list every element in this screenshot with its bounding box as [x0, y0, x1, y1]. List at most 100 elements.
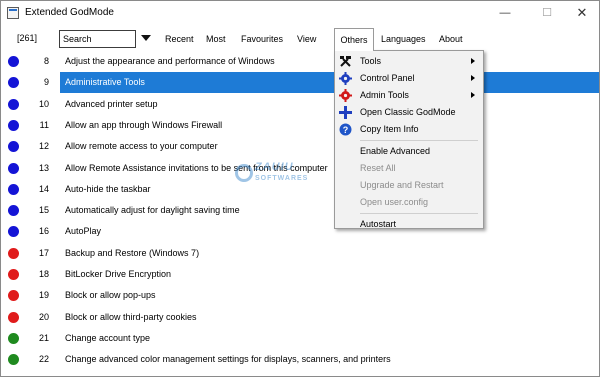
item-number: 20	[38, 311, 49, 322]
app-icon	[7, 7, 19, 19]
menu-item-label: Open user.config	[360, 197, 429, 207]
item-label: Advanced printer setup	[65, 98, 158, 109]
question-icon: ?	[339, 123, 352, 136]
list-item[interactable]: 17 Backup and Restore (Windows 7)	[1, 243, 599, 264]
list-item[interactable]: 10 Advanced printer setup	[1, 94, 599, 115]
item-number: 8	[43, 56, 49, 66]
minimize-button[interactable]: —	[486, 1, 524, 25]
list-item[interactable]: 20 Block or allow third-party cookies	[1, 307, 599, 328]
tools-icon	[339, 55, 352, 68]
item-label: Adjust the appearance and performance of…	[65, 56, 275, 66]
menu-about[interactable]: About	[435, 29, 467, 49]
submenu-arrow-icon	[471, 58, 475, 64]
item-count: [261]	[17, 33, 38, 43]
red-status-dot-icon	[8, 311, 19, 323]
item-number: 19	[38, 290, 49, 301]
others-dropdown-menu: Tools Control Panel Admin Tools Open Classi…	[334, 50, 484, 229]
window-title: Extended GodMode	[25, 7, 114, 18]
list-item[interactable]: 9 Administrative Tools	[1, 72, 599, 94]
blue-status-dot-icon	[8, 56, 19, 67]
menu-item-autostart[interactable]: Autostart	[335, 216, 483, 233]
list-item[interactable]: 16 AutoPlay	[1, 221, 599, 242]
item-label: AutoPlay	[65, 226, 102, 237]
menu-item-label: Admin Tools	[360, 90, 409, 100]
menu-item-tools[interactable]: Tools	[335, 53, 483, 70]
blue-status-dot-icon	[8, 77, 19, 89]
menu-item-label: Control Panel	[360, 73, 415, 83]
item-label: Automatically adjust for daylight saving…	[65, 205, 240, 216]
list-item[interactable]: 8 Adjust the appearance and performance o…	[1, 51, 599, 72]
menu-languages[interactable]: Languages	[377, 29, 430, 49]
item-label: Allow Remote Assistance invitations to b…	[65, 162, 328, 173]
blue-status-dot-icon	[8, 119, 19, 131]
menu-favourites[interactable]: Favourites	[237, 29, 287, 49]
blue-status-dot-icon	[8, 226, 19, 238]
list-item[interactable]: 15 Automatically adjust for daylight savi…	[1, 200, 599, 221]
menu-view[interactable]: View	[293, 29, 320, 49]
menu-separator	[360, 213, 478, 214]
item-number: 10	[38, 98, 49, 109]
red-status-dot-icon	[8, 290, 19, 302]
red-status-dot-icon	[8, 247, 19, 259]
menu-item-control-panel[interactable]: Control Panel	[335, 70, 483, 87]
blue-status-dot-icon	[8, 141, 19, 153]
menu-most[interactable]: Most	[202, 29, 230, 49]
menu-item-copy-item-info[interactable]: ? Copy Item Info	[335, 121, 483, 138]
list-item[interactable]: 19 Block or allow pop-ups	[1, 285, 599, 306]
list-item[interactable]: 22 Change advanced color management setti…	[1, 349, 599, 370]
submenu-arrow-icon	[471, 92, 475, 98]
menu-item-label: Autostart	[360, 219, 397, 229]
item-number: 11	[39, 119, 49, 130]
close-button[interactable]: ✕	[563, 1, 599, 25]
menu-item-open-user-config: Open user.config	[335, 194, 483, 211]
search-dropdown-icon[interactable]	[141, 35, 151, 41]
item-number: 18	[38, 269, 49, 279]
item-label: Change advanced color management setting…	[65, 354, 391, 365]
item-label: Block or allow pop-ups	[65, 290, 156, 301]
menu-item-admin-tools[interactable]: Admin Tools	[335, 87, 483, 104]
item-label: Backup and Restore (Windows 7)	[65, 247, 200, 258]
menu-item-upgrade-and-restart: Upgrade and Restart	[335, 177, 483, 194]
blue-status-dot-icon	[8, 162, 19, 174]
menu-separator	[360, 140, 478, 141]
item-label: Auto-hide the taskbar	[65, 183, 151, 194]
plus-icon	[339, 106, 352, 119]
menu-item-open-classic-godmode[interactable]: Open Classic GodMode	[335, 104, 483, 121]
list-item[interactable]: 21 Change account type	[1, 328, 599, 349]
submenu-arrow-icon	[471, 75, 475, 81]
menu-others[interactable]: Others	[334, 28, 374, 51]
list-item[interactable]: 12 Allow remote access to your computer	[1, 136, 599, 157]
search-input[interactable]	[59, 30, 136, 48]
toolbar: [261] Recent Most Favourites View Langua…	[1, 27, 599, 51]
menu-item-label: Enable Advanced	[360, 146, 431, 156]
red-status-dot-icon	[8, 269, 19, 280]
menu-item-enable-advanced[interactable]: Enable Advanced	[335, 143, 483, 160]
menu-item-label: Open Classic GodMode	[360, 107, 456, 117]
item-label: Administrative Tools	[65, 77, 145, 88]
menu-item-label: Upgrade and Restart	[360, 180, 444, 190]
item-number: 12	[38, 141, 49, 152]
item-number: 21	[38, 332, 49, 343]
title-bar: Extended GodMode — ☐ ✕	[1, 1, 599, 25]
item-number: 16	[38, 226, 49, 237]
blue-status-dot-icon	[8, 183, 19, 195]
item-number: 15	[38, 205, 49, 216]
list-item[interactable]: 11 Allow an app through Windows Firewall	[1, 115, 599, 136]
item-label: Allow an app through Windows Firewall	[65, 119, 223, 130]
menu-item-label: Tools	[360, 56, 382, 66]
list-item[interactable]: 18 BitLocker Drive Encryption	[1, 264, 599, 285]
green-status-dot-icon	[8, 354, 19, 366]
item-number: 9	[43, 77, 49, 88]
maximize-button[interactable]: ☐	[528, 1, 566, 25]
list-item[interactable]: 13 Allow Remote Assistance invitations to…	[1, 158, 599, 179]
menu-recent[interactable]: Recent	[161, 29, 198, 49]
app-window: Extended GodMode — ☐ ✕ [261] Recent Most…	[0, 0, 600, 377]
item-label: Block or allow third-party cookies	[65, 311, 197, 322]
admin-gear-icon	[339, 89, 352, 102]
item-label: Allow remote access to your computer	[65, 141, 218, 152]
item-number: 22	[38, 354, 49, 365]
list-item[interactable]: 14 Auto-hide the taskbar	[1, 179, 599, 200]
green-status-dot-icon	[8, 332, 19, 344]
item-number: 17	[38, 247, 49, 258]
item-label: Change account type	[65, 332, 151, 343]
